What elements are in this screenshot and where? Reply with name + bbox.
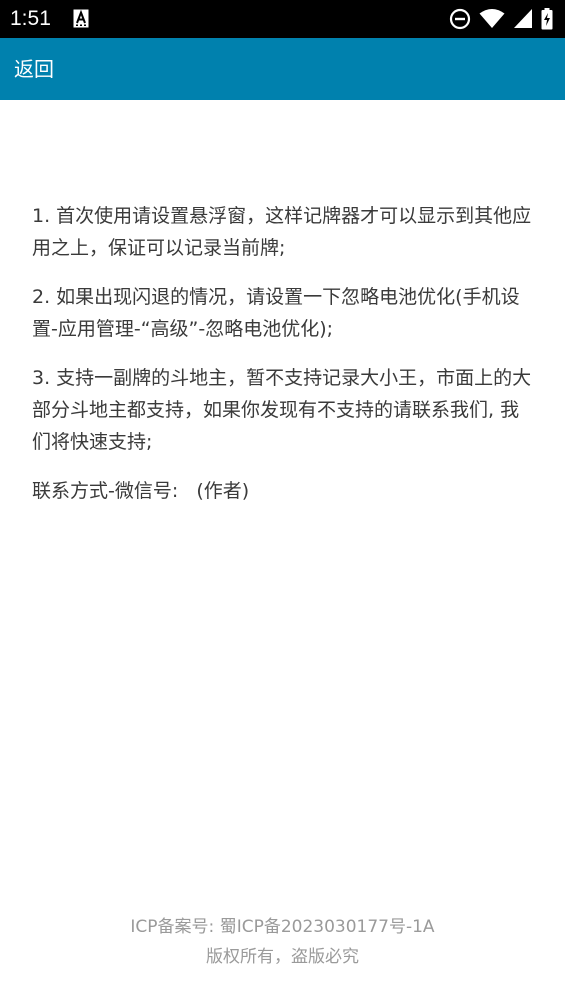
instruction-item: 2. 如果出现闪退的情况，请设置一下忽略电池优化(手机设置-应用管理-“高级”-… <box>32 286 520 340</box>
back-button[interactable]: 返回 <box>14 55 54 83</box>
wifi-icon <box>479 9 505 28</box>
instruction-item: 1. 首次使用请设置悬浮窗，这样记牌器才可以显示到其他应用之上，保证可以记录当前… <box>32 205 532 259</box>
instruction-item: 3. 支持一副牌的斗地主，暂不支持记录大小王，市面上的大部分斗地主都支持，如果你… <box>32 367 532 453</box>
status-bar: 1:51 <box>0 0 565 38</box>
notification-a-icon <box>73 9 89 28</box>
battery-charging-icon <box>541 8 553 30</box>
copyright-notice: 版权所有，盗版必究 <box>206 947 359 967</box>
status-time: 1:51 <box>10 7 51 30</box>
do-not-disturb-icon <box>449 8 471 30</box>
cell-signal-icon <box>514 9 532 28</box>
footer: ICP备案号: 蜀ICP备2023030177号-1A 版权所有，盗版必究 <box>0 912 565 972</box>
instructions-content: 1. 首次使用请设置悬浮窗，这样记牌器才可以显示到其他应用之上，保证可以记录当前… <box>32 200 532 524</box>
icp-record: ICP备案号: 蜀ICP备2023030177号-1A <box>130 917 435 937</box>
app-bar: 返回 <box>0 38 565 100</box>
contact-info: 联系方式-微信号: (作者) <box>32 480 250 502</box>
